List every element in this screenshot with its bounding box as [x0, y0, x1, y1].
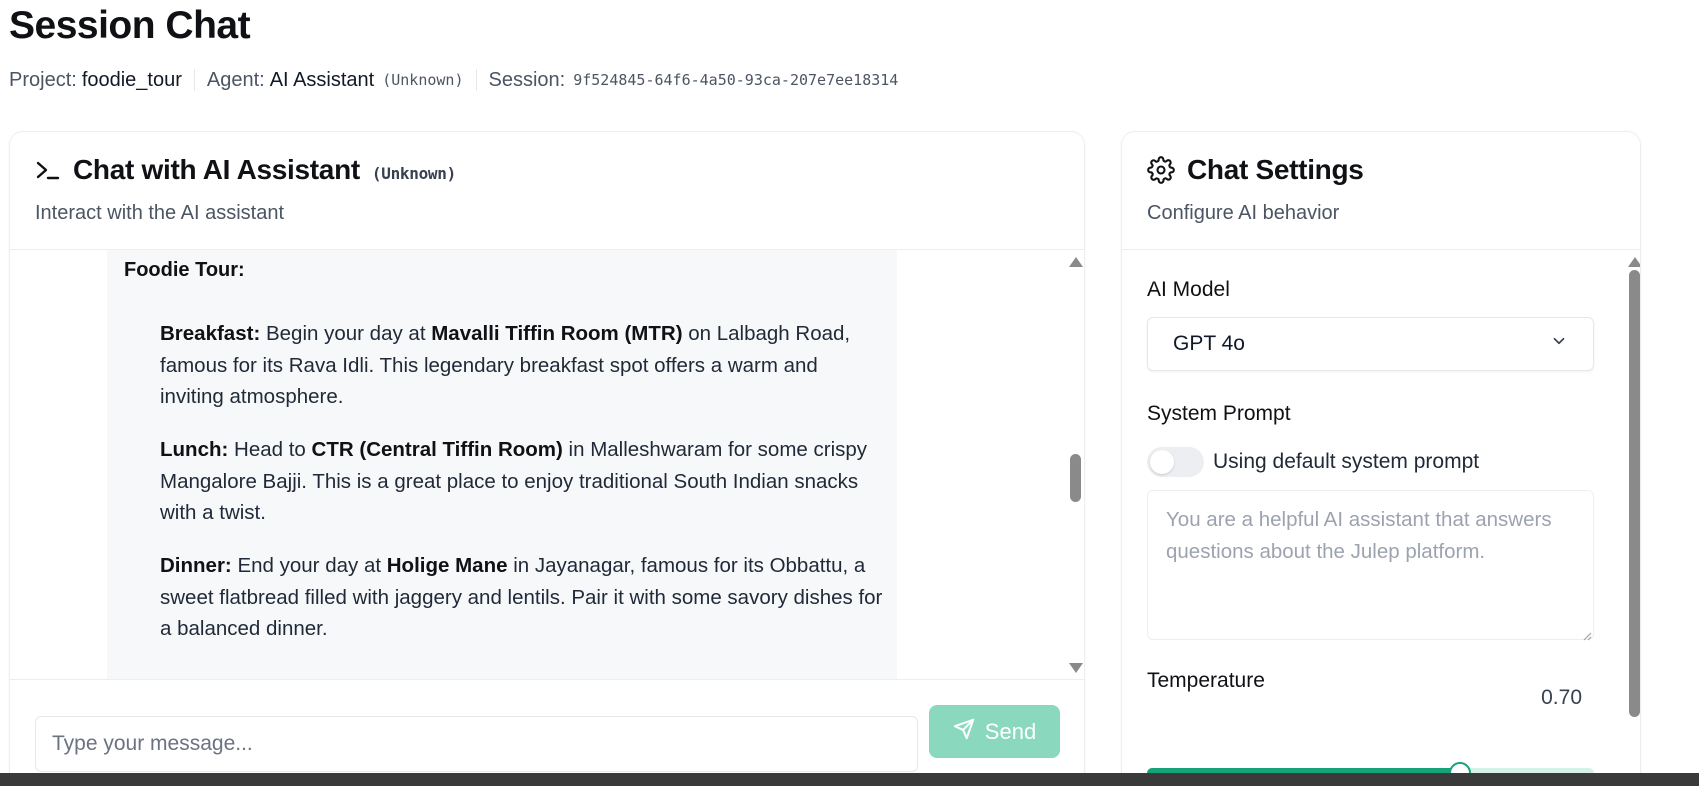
divider	[10, 679, 1084, 680]
session-meta: Project: foodie_tour Agent: AI Assistant…	[9, 66, 898, 94]
lunch-paragraph: Lunch: Head to CTR (Central Tiffin Room)…	[160, 434, 885, 529]
agent-label: Agent:	[206, 68, 265, 91]
scrollbar-thumb[interactable]	[1629, 270, 1640, 717]
message-list[interactable]: Foodie Tour: Breakfast: Begin your day a…	[10, 250, 1071, 679]
dinner-text-pre: End your day at	[237, 554, 382, 577]
project-value: foodie_tour	[81, 68, 182, 91]
page-title: Session Chat	[9, 4, 251, 47]
chat-subtitle: Interact with the AI assistant	[35, 202, 285, 224]
settings-title-text: Chat Settings	[1187, 154, 1364, 185]
meta-divider	[193, 69, 195, 91]
message-heading: Foodie Tour:	[124, 259, 245, 281]
scrollbar-thumb[interactable]	[1070, 454, 1081, 502]
lunch-label: Lunch:	[160, 438, 229, 461]
system-prompt-textarea[interactable]	[1147, 490, 1594, 640]
model-value: GPT 4o	[1173, 332, 1245, 355]
system-prompt-toggle[interactable]	[1147, 447, 1204, 477]
chat-title: Chat with AI Assistant (Unknown)	[35, 154, 456, 186]
agent-value: AI Assistant	[269, 68, 375, 91]
session-id: 9f524845-64f6-4a50-93ca-207e7ee18314	[573, 71, 899, 89]
chevron-down-icon	[1550, 332, 1568, 356]
send-button[interactable]: Send	[929, 705, 1060, 758]
settings-title: Chat Settings	[1147, 154, 1364, 186]
temperature-label: Temperature	[1147, 669, 1265, 692]
chat-title-text: Chat with AI Assistant	[73, 154, 360, 185]
gear-icon	[1147, 156, 1175, 184]
lunch-text-pre: Head to	[234, 438, 306, 461]
scroll-up-arrow-icon[interactable]	[1069, 257, 1083, 267]
toggle-knob	[1150, 450, 1174, 474]
meta-divider	[475, 69, 477, 91]
lunch-place: CTR (Central Tiffin Room)	[311, 438, 563, 461]
temperature-value: 0.70	[1541, 686, 1582, 709]
chat-card: Chat with AI Assistant (Unknown) Interac…	[9, 131, 1085, 786]
scroll-up-arrow-icon[interactable]	[1628, 257, 1640, 267]
settings-scrollbar[interactable]	[1627, 250, 1640, 786]
model-select[interactable]: GPT 4o	[1147, 317, 1594, 371]
scroll-down-arrow-icon[interactable]	[1069, 663, 1083, 673]
session-label: Session:	[488, 68, 566, 91]
project-label: Project:	[9, 68, 77, 91]
chat-scrollbar[interactable]	[1068, 250, 1083, 679]
assistant-message: Foodie Tour: Breakfast: Begin your day a…	[107, 250, 897, 679]
breakfast-place: Mavalli Tiffin Room (MTR)	[431, 322, 683, 345]
dinner-label: Dinner:	[160, 554, 232, 577]
taskbar	[0, 773, 1699, 786]
breakfast-text-pre: Begin your day at	[265, 322, 426, 345]
terminal-icon	[35, 157, 61, 183]
toggle-label: Using default system prompt	[1213, 450, 1480, 473]
agent-status: (Unknown)	[382, 71, 464, 89]
dinner-paragraph: Dinner: End your day at Holige Mane in J…	[160, 550, 885, 645]
settings-card: Chat Settings Configure AI behavior AI M…	[1121, 131, 1641, 786]
chat-agent-status: (Unknown)	[371, 163, 456, 183]
system-prompt-label: System Prompt	[1147, 402, 1291, 425]
settings-subtitle: Configure AI behavior	[1147, 202, 1340, 224]
breakfast-paragraph: Breakfast: Begin your day at Mavalli Tif…	[160, 318, 885, 413]
settings-form: AI Model GPT 4o System Prompt Using defa…	[1122, 250, 1622, 786]
breakfast-label: Breakfast:	[160, 322, 261, 345]
model-label: AI Model	[1147, 278, 1230, 301]
resize-grip-icon[interactable]	[1582, 628, 1592, 641]
message-input[interactable]	[35, 716, 918, 772]
send-label: Send	[984, 718, 1037, 744]
send-icon	[953, 718, 975, 746]
dinner-place: Holige Mane	[386, 554, 508, 577]
